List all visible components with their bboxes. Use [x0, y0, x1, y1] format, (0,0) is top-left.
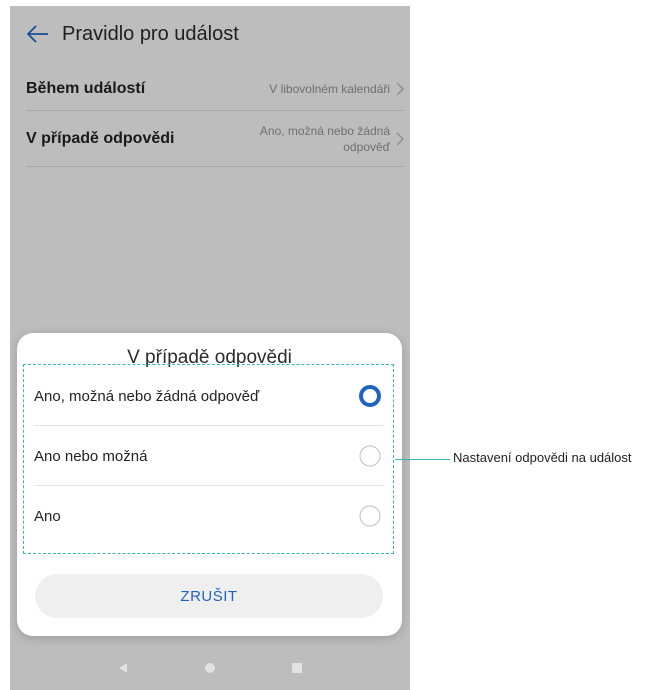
option-yes[interactable]: Ano	[24, 488, 393, 544]
option-divider	[34, 485, 383, 486]
radio-unselected-icon[interactable]	[359, 445, 381, 467]
back-nav-icon[interactable]	[111, 656, 135, 680]
option-divider	[34, 425, 383, 426]
option-label: Ano	[34, 507, 61, 525]
option-yes-maybe[interactable]: Ano nebo možná	[24, 428, 393, 484]
option-yes-maybe-none[interactable]: Ano, možná nebo žádná odpověď	[24, 368, 393, 424]
response-dialog: V případě odpovědi Ano, možná nebo žádná…	[17, 333, 402, 636]
annotation-leader-line	[395, 459, 450, 460]
cancel-button[interactable]: ZRUŠIT	[35, 574, 383, 618]
radio-unselected-icon[interactable]	[359, 505, 381, 527]
radio-selected-icon[interactable]	[359, 385, 381, 407]
option-label: Ano nebo možná	[34, 447, 148, 465]
home-nav-icon[interactable]	[198, 656, 222, 680]
annotation-label: Nastavení odpovědi na událost	[453, 450, 632, 465]
navigation-bar	[10, 646, 410, 690]
recents-nav-icon[interactable]	[285, 656, 309, 680]
options-highlight: Ano, možná nebo žádná odpověď Ano nebo m…	[23, 364, 394, 554]
option-label: Ano, možná nebo žádná odpověď	[34, 387, 260, 405]
